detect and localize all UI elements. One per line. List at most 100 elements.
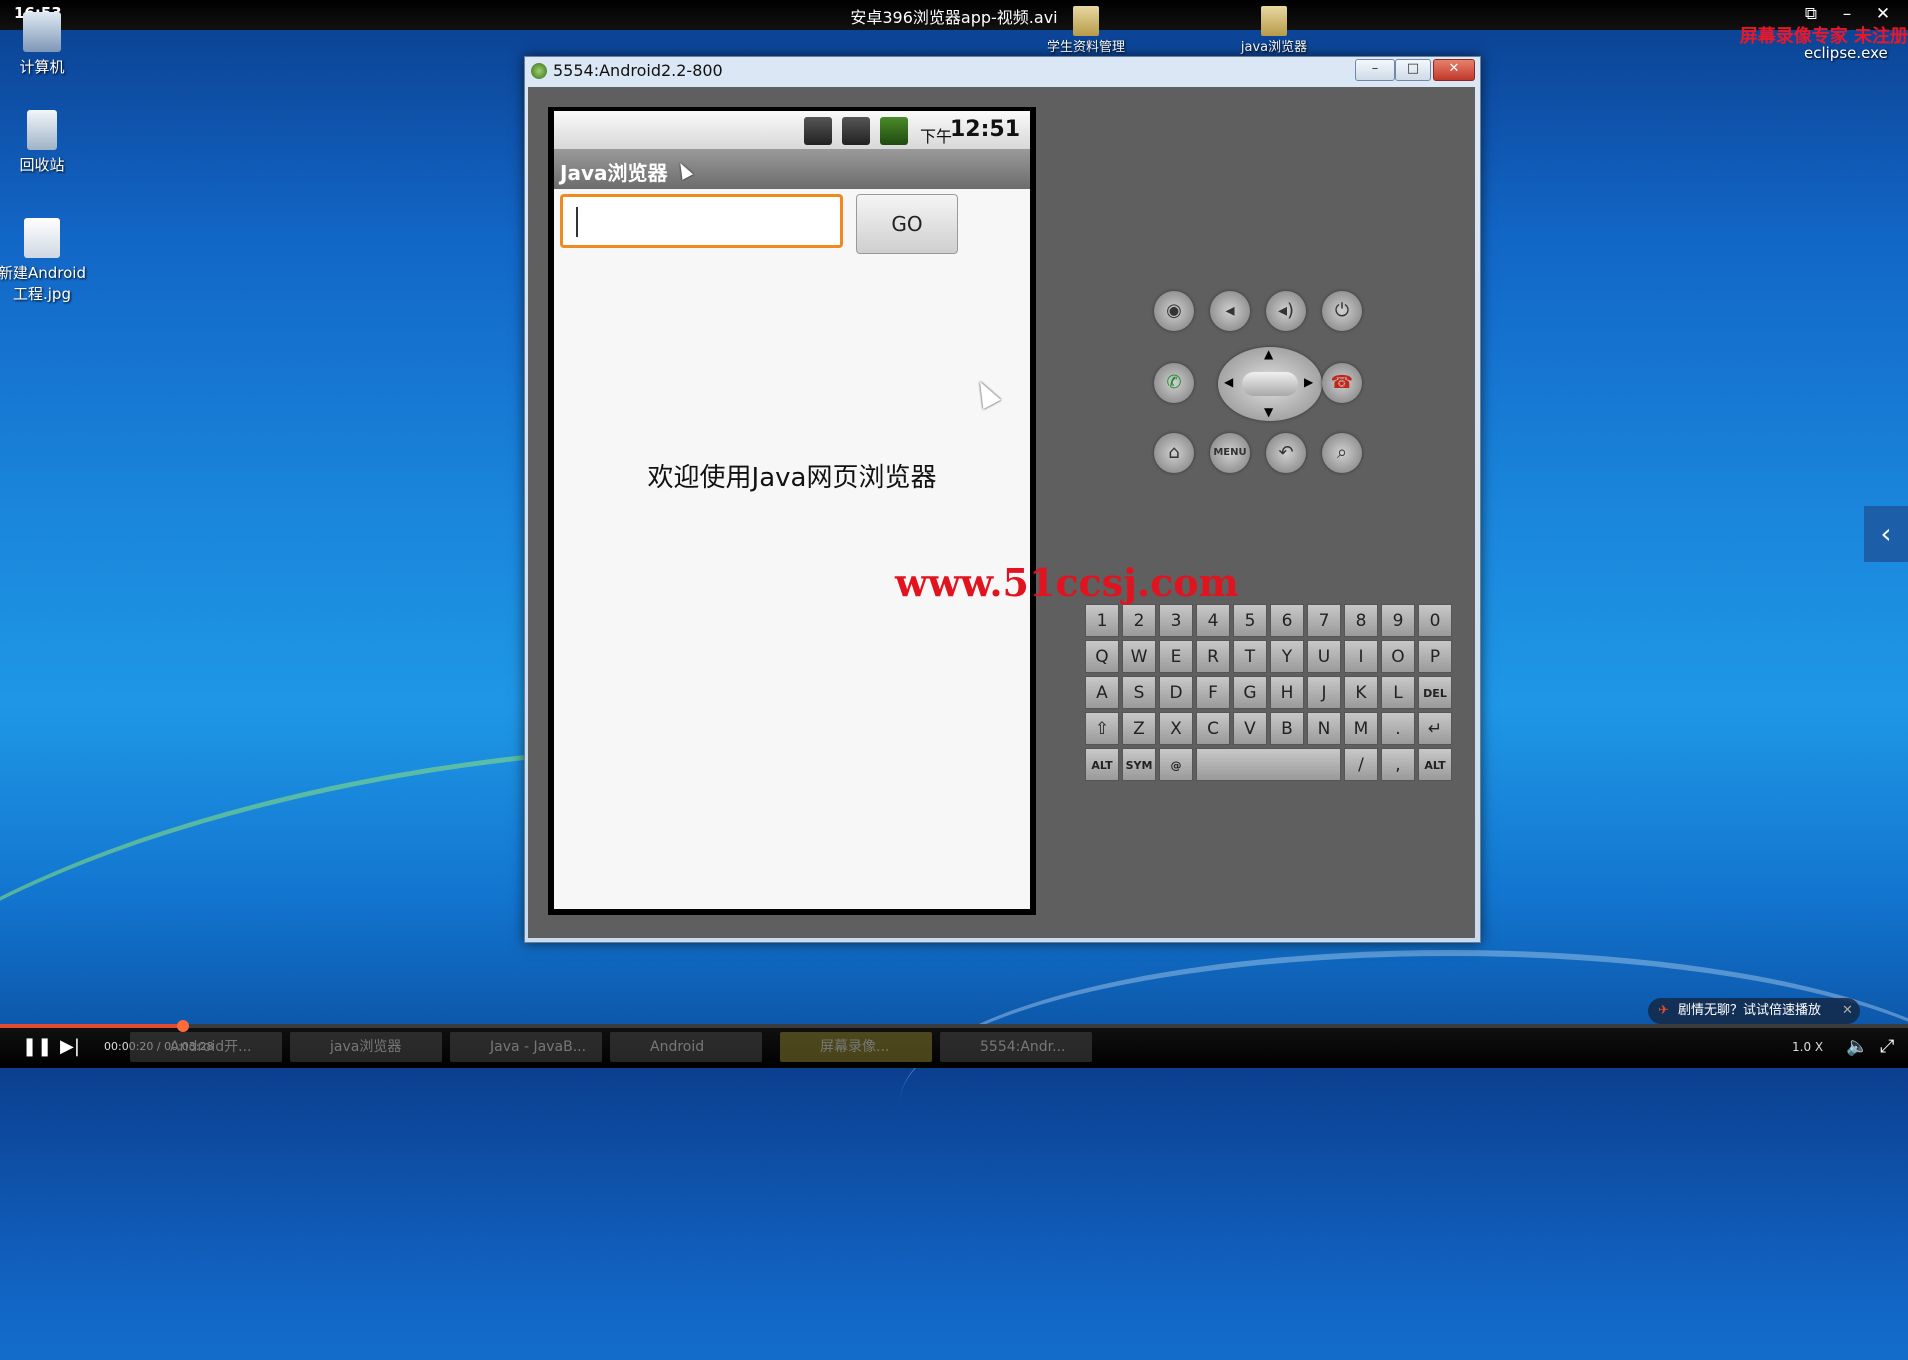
key[interactable]: A (1085, 676, 1119, 709)
key[interactable]: Q (1085, 640, 1119, 673)
window-maximize-button[interactable]: □ (1395, 59, 1431, 81)
key[interactable]: ALT (1085, 748, 1119, 781)
key[interactable]: V (1233, 712, 1267, 745)
taskbar-item[interactable]: java浏览器 (290, 1032, 442, 1062)
key[interactable]: 1 (1085, 604, 1119, 637)
taskbar-item[interactable]: Java - JavaB... (450, 1032, 602, 1062)
key[interactable]: 9 (1381, 604, 1415, 637)
notification-close-icon[interactable]: ✕ (1842, 998, 1853, 1024)
desktop-icon-label: 计算机 (19, 58, 65, 76)
desktop-icon-recycle-bin[interactable]: 回收站 (0, 110, 90, 175)
key[interactable]: U (1307, 640, 1341, 673)
key[interactable]: Y (1270, 640, 1304, 673)
key[interactable]: ⇧ (1085, 712, 1119, 745)
status-bar: 下午 12:51 (554, 111, 1030, 149)
key[interactable]: T (1233, 640, 1267, 673)
key[interactable]: X (1159, 712, 1193, 745)
key[interactable]: , (1381, 748, 1415, 781)
rocket-icon: ✈ (1658, 1003, 1669, 1018)
key[interactable]: W (1122, 640, 1156, 673)
key[interactable]: 4 (1196, 604, 1230, 637)
playback-speed[interactable]: 1.0 X (1792, 1040, 1823, 1054)
taskbar-item[interactable]: 5554:Andr... (940, 1032, 1092, 1062)
camera-button[interactable]: ◉ (1154, 291, 1194, 331)
status-time: 12:51 (949, 117, 1020, 142)
dpad-center-button[interactable] (1242, 372, 1298, 396)
dpad-left-icon[interactable]: ◀ (1224, 375, 1233, 389)
key[interactable]: D (1159, 676, 1193, 709)
key[interactable]: Z (1122, 712, 1156, 745)
home-button[interactable]: ⌂ (1154, 433, 1194, 473)
volume-icon[interactable]: 🔈 (1846, 1036, 1868, 1057)
key[interactable]: G (1233, 676, 1267, 709)
phone-screen: 下午 12:51 Java浏览器 GO 欢迎使用Java网页浏览器 (548, 107, 1036, 915)
call-button[interactable]: ✆ (1154, 363, 1194, 403)
fullscreen-icon[interactable]: ⤢ (1880, 1036, 1894, 1057)
dpad-right-icon[interactable]: ▶ (1304, 375, 1313, 389)
key[interactable]: 5 (1233, 604, 1267, 637)
key[interactable]: I (1344, 640, 1378, 673)
key[interactable]: 0 (1418, 604, 1452, 637)
key[interactable]: B (1270, 712, 1304, 745)
taskbar-item[interactable]: Android开... (130, 1032, 282, 1062)
taskbar-item[interactable]: 屏幕录像... (780, 1032, 932, 1062)
eclipse-shortcut-label[interactable]: eclipse.exe (1804, 44, 1888, 62)
window-minimize-button[interactable]: – (1355, 59, 1395, 81)
back-button[interactable]: ↶ (1266, 433, 1306, 473)
key[interactable]: ↵ (1418, 712, 1452, 745)
end-call-icon: ☎ (1330, 372, 1354, 393)
search-button[interactable]: ⌕ (1322, 433, 1362, 473)
next-icon[interactable]: ▶| (60, 1036, 80, 1057)
key[interactable]: . (1381, 712, 1415, 745)
volume-down-button[interactable]: ◂ (1210, 291, 1250, 331)
key[interactable]: F (1196, 676, 1230, 709)
desktop-icon-image-file[interactable]: 新建Android工程.jpg (0, 218, 90, 304)
taskbar-item[interactable]: Android (610, 1032, 762, 1062)
key[interactable]: H (1270, 676, 1304, 709)
battery-icon (880, 117, 908, 145)
pause-icon[interactable]: ❚❚ (22, 1036, 52, 1057)
app-title-bar: Java浏览器 (554, 149, 1030, 189)
power-button[interactable]: ⏻ (1322, 291, 1362, 331)
speed-tip-notification[interactable]: ✈ 剧情无聊？试试倍速播放 ✕ (1648, 998, 1860, 1024)
desktop-folder-student[interactable]: 学生资料管理 (1036, 6, 1136, 55)
key[interactable]: E (1159, 640, 1193, 673)
key[interactable]: @ (1159, 748, 1193, 781)
status-ampm: 下午 (919, 127, 952, 146)
desktop-icon-computer[interactable]: 计算机 (0, 12, 90, 77)
key[interactable]: M (1344, 712, 1378, 745)
dpad-up-icon[interactable]: ▲ (1264, 347, 1273, 361)
key[interactable]: 8 (1344, 604, 1378, 637)
key[interactable]: O (1381, 640, 1415, 673)
key[interactable]: S (1122, 676, 1156, 709)
go-button[interactable]: GO (856, 194, 958, 254)
key[interactable]: 2 (1122, 604, 1156, 637)
space-key[interactable] (1196, 748, 1341, 781)
side-panel-toggle[interactable]: ‹ (1864, 506, 1908, 562)
key[interactable]: C (1196, 712, 1230, 745)
url-input[interactable] (560, 194, 843, 248)
dpad-down-icon[interactable]: ▼ (1264, 405, 1273, 419)
desktop-folder-java-browser[interactable]: java浏览器 (1224, 6, 1324, 55)
key[interactable]: 7 (1307, 604, 1341, 637)
dpad[interactable]: ▲ ▼ ◀ ▶ (1218, 347, 1322, 421)
key[interactable]: 6 (1270, 604, 1304, 637)
window-close-button[interactable]: ✕ (1433, 59, 1475, 81)
end-call-button[interactable]: ☎ (1322, 363, 1362, 403)
volume-up-button[interactable]: ◂) (1266, 291, 1306, 331)
key[interactable]: K (1344, 676, 1378, 709)
key[interactable]: N (1307, 712, 1341, 745)
key[interactable]: SYM (1122, 748, 1156, 781)
key[interactable]: R (1196, 640, 1230, 673)
key[interactable]: L (1381, 676, 1415, 709)
key[interactable]: DEL (1418, 676, 1452, 709)
key[interactable]: J (1307, 676, 1341, 709)
key[interactable]: ALT (1418, 748, 1452, 781)
menu-button[interactable]: MENU (1210, 433, 1250, 473)
progress-bar[interactable] (0, 1020, 1908, 1032)
key[interactable]: 3 (1159, 604, 1193, 637)
key[interactable]: P (1418, 640, 1452, 673)
key[interactable]: / (1344, 748, 1378, 781)
emulator-body: 下午 12:51 Java浏览器 GO 欢迎使用Java网页浏览器 ◉ ◂ ◂)… (528, 87, 1475, 938)
chevron-left-icon: ‹ (1880, 517, 1892, 550)
